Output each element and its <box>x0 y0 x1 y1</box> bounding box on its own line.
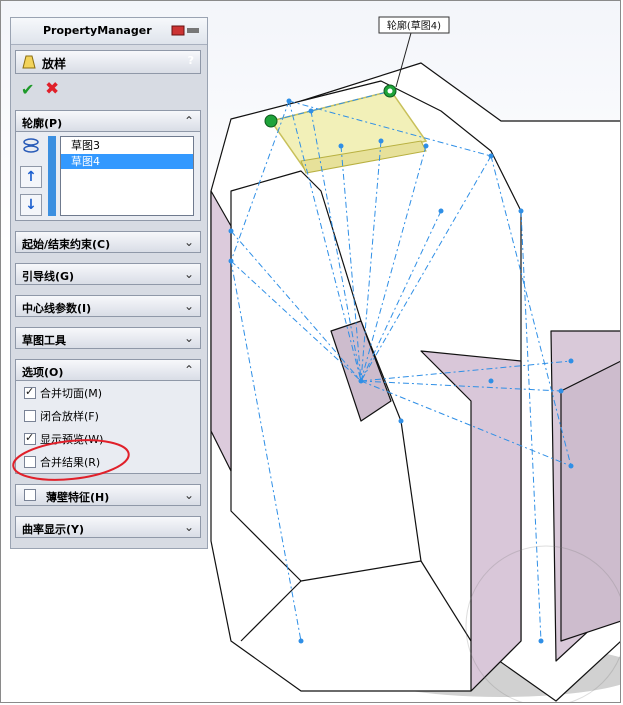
screenshot-frame: 轮廓(草图4) PropertyManager 放样 ? ✔ ✖ 轮廓(P) ⌃ <box>0 0 621 703</box>
red-highlight-ellipse <box>12 439 130 481</box>
annotation-overlay <box>12 439 130 481</box>
